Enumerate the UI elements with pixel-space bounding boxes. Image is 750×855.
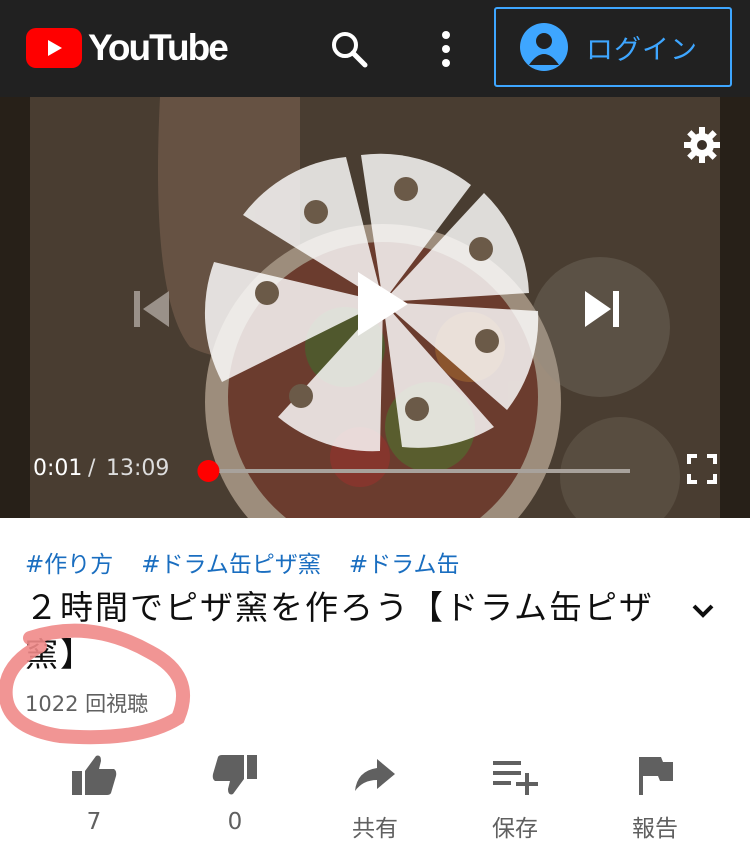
previous-video-icon[interactable] bbox=[131, 289, 173, 329]
like-count: 7 bbox=[86, 809, 102, 835]
progress-scrubber[interactable] bbox=[197, 460, 220, 482]
video-duration: 13:09 bbox=[106, 456, 170, 481]
hashtag-link[interactable]: #作り方 bbox=[25, 545, 113, 579]
share-button[interactable]: 共有 bbox=[315, 745, 435, 845]
share-icon bbox=[355, 759, 395, 791]
flag-icon bbox=[639, 757, 673, 795]
more-vert-icon bbox=[442, 31, 450, 67]
like-button[interactable]: 7 bbox=[34, 745, 154, 845]
more-options-button[interactable] bbox=[432, 27, 460, 71]
thumbs-up-icon bbox=[72, 755, 117, 795]
fullscreen-icon[interactable] bbox=[687, 454, 717, 484]
settings-gear-icon[interactable] bbox=[683, 126, 721, 164]
account-icon bbox=[520, 23, 568, 71]
youtube-play-logo-icon bbox=[26, 28, 82, 68]
search-button[interactable] bbox=[327, 27, 371, 71]
video-player[interactable]: 0:01 / 13:09 bbox=[0, 97, 750, 518]
hashtag-link[interactable]: #ドラム缶ピザ窯 bbox=[141, 545, 321, 579]
hashtag-link[interactable]: #ドラム缶 bbox=[349, 545, 460, 579]
expand-description-icon[interactable] bbox=[690, 598, 716, 624]
playlist-add-icon bbox=[493, 761, 538, 795]
next-video-icon[interactable] bbox=[581, 289, 623, 329]
report-label: 報告 bbox=[632, 816, 678, 842]
progress-bar[interactable] bbox=[196, 458, 636, 484]
play-icon[interactable] bbox=[354, 268, 412, 340]
time-separator: / bbox=[88, 456, 96, 481]
dislike-count: 0 bbox=[227, 809, 243, 835]
save-to-playlist-button[interactable]: 保存 bbox=[455, 745, 575, 845]
save-label: 保存 bbox=[492, 816, 538, 842]
video-actions-bar: 7 0 共有 保存 報告 bbox=[0, 745, 750, 845]
logo-wordmark: YouTube bbox=[88, 27, 229, 68]
share-label: 共有 bbox=[352, 816, 398, 842]
login-label: ログイン bbox=[586, 34, 698, 66]
report-button[interactable]: 報告 bbox=[595, 745, 715, 845]
video-title[interactable]: ２時間でピザ窯を作ろう【ドラム缶ピザ窯】 bbox=[25, 584, 685, 678]
dislike-button[interactable]: 0 bbox=[175, 745, 295, 845]
current-time: 0:01 bbox=[33, 456, 83, 481]
login-button[interactable]: ログイン bbox=[494, 7, 732, 87]
thumbs-down-icon bbox=[212, 755, 257, 795]
hashtag-list: #作り方 #ドラム缶ピザ窯 #ドラム缶 bbox=[25, 545, 459, 579]
youtube-mobile-watch-page: YouTube ログイン 0:01 / 13:09 #作り方 #ドラム缶ピザ窯 … bbox=[0, 0, 750, 855]
top-app-bar: YouTube ログイン bbox=[0, 0, 750, 97]
view-count: 1022 回視聴 bbox=[25, 692, 149, 716]
youtube-logo[interactable]: YouTube bbox=[26, 27, 229, 68]
search-icon bbox=[332, 32, 368, 68]
